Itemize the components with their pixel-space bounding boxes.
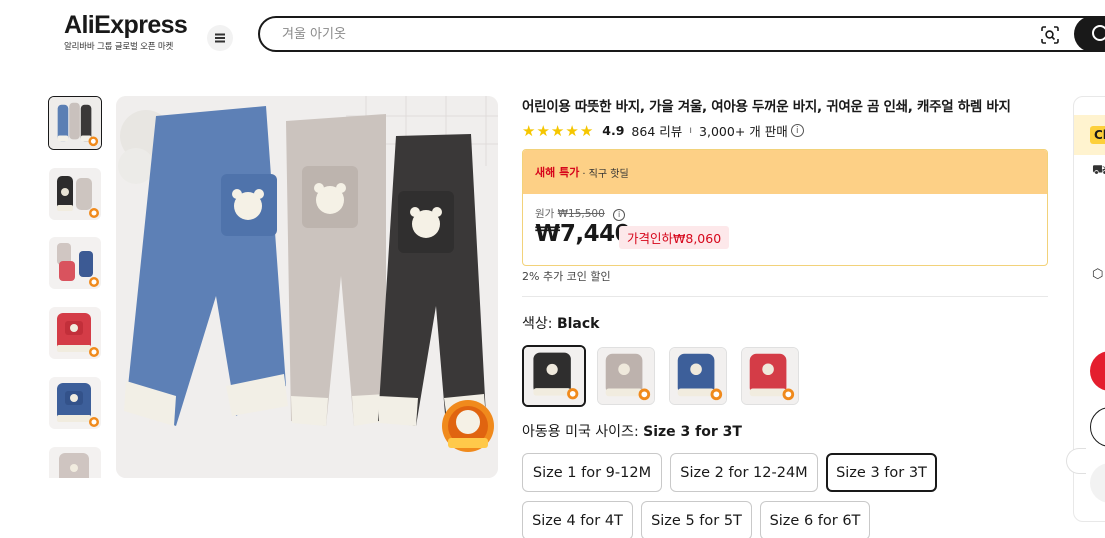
sale-price: ₩7,440 [535, 221, 631, 247]
search-icon [1092, 25, 1105, 41]
thumbnail-1[interactable] [48, 96, 102, 150]
color-swatch-gray[interactable] [597, 347, 655, 405]
deal-banner: 새해 특가 · 직구 핫딜 [523, 150, 1047, 194]
camera-search-icon[interactable] [1040, 25, 1060, 45]
size-option-6[interactable]: Size 6 for 6T [760, 501, 870, 538]
deal-sublabel: · 직구 핫딜 [582, 168, 629, 180]
size-label-text: 아동용 미국 사이즈: [522, 424, 644, 440]
rating-summary: ★ ★ ★ ★ ★ 4.9 864 리뷰 ı 3,000+ 개 판매 i [522, 121, 804, 140]
color-label-text: 색상: [522, 316, 557, 332]
original-price-label: 원가 [535, 208, 555, 220]
search-bar [258, 16, 1105, 52]
size-label: 아동용 미국 사이즈: Size 3 for 3T [522, 421, 742, 441]
thumbnail-strip [48, 96, 102, 478]
color-label: 색상: Black [522, 313, 599, 333]
thumbnail-4[interactable] [49, 307, 101, 359]
search-input[interactable] [282, 24, 1002, 44]
size-option-3[interactable]: Size 3 for 3T [826, 453, 937, 492]
review-count-link[interactable]: 864 리뷰 [631, 121, 682, 140]
color-swatch-black[interactable] [522, 345, 586, 407]
deal-label: 새해 특가 [535, 166, 580, 179]
info-icon[interactable]: i [613, 208, 626, 221]
size-option-2[interactable]: Size 2 for 12-24M [670, 453, 818, 492]
selected-color: Black [556, 316, 600, 332]
delivery-truck-icon: ⛟ [1092, 163, 1105, 180]
collapse-arrow-button[interactable] [1066, 448, 1086, 474]
price-deal-box: 새해 특가 · 직구 핫딜 원가 ₩15,500 i ₩7,440 가격인하₩8… [522, 149, 1048, 266]
thumbnail-6[interactable] [49, 447, 101, 478]
color-swatch-blue[interactable] [669, 347, 727, 405]
size-option-1[interactable]: Size 1 for 9-12M [522, 453, 662, 492]
size-option-5[interactable]: Size 5 for 5T [641, 501, 752, 538]
product-title: 어린이용 따뜻한 바지, 가을 겨울, 여아용 두꺼운 바지, 귀여운 곰 인쇄… [522, 99, 1011, 115]
aliexpress-logo[interactable]: AliExpress 알리바바 그룹 글로벌 오픈 마켓 [64, 12, 194, 52]
size-option-4[interactable]: Size 4 for 4T [522, 501, 633, 538]
product-main-image[interactable] [116, 96, 498, 478]
color-swatch-red[interactable] [741, 347, 799, 405]
logo-wordmark: AliExpress [64, 11, 188, 39]
star-icon: ★ [579, 121, 594, 140]
search-button[interactable] [1074, 16, 1105, 52]
original-price: ₩15,500 [557, 208, 605, 220]
thumbnail-5[interactable] [49, 377, 101, 429]
selected-size: Size 3 for 3T [643, 424, 742, 440]
coin-discount-text: 2% 추가 코인 할인 [522, 270, 611, 283]
thumbnail-2[interactable] [49, 168, 101, 220]
logo-tagline: 알리바바 그룹 글로벌 오픈 마켓 [64, 42, 174, 52]
info-icon[interactable]: i [790, 124, 804, 137]
star-icon: ★ [522, 121, 536, 140]
sold-count: 3,000+ 개 판매 [699, 124, 788, 139]
star-icon: ★ [565, 121, 579, 140]
discount-badge: 가격인하₩8,060 [619, 226, 730, 249]
hamburger-menu-icon[interactable] [207, 25, 233, 51]
promo-tag: Ch [1090, 126, 1105, 144]
original-price-row: 원가 ₩15,500 i [535, 206, 626, 221]
package-icon: ⬡ [1092, 267, 1104, 282]
divider [522, 296, 1048, 297]
rating-score: 4.9 [602, 123, 625, 138]
separator: ı [689, 125, 693, 136]
thumbnail-3[interactable] [49, 237, 101, 289]
star-icon: ★ [536, 121, 550, 140]
star-icon: ★ [550, 121, 565, 140]
